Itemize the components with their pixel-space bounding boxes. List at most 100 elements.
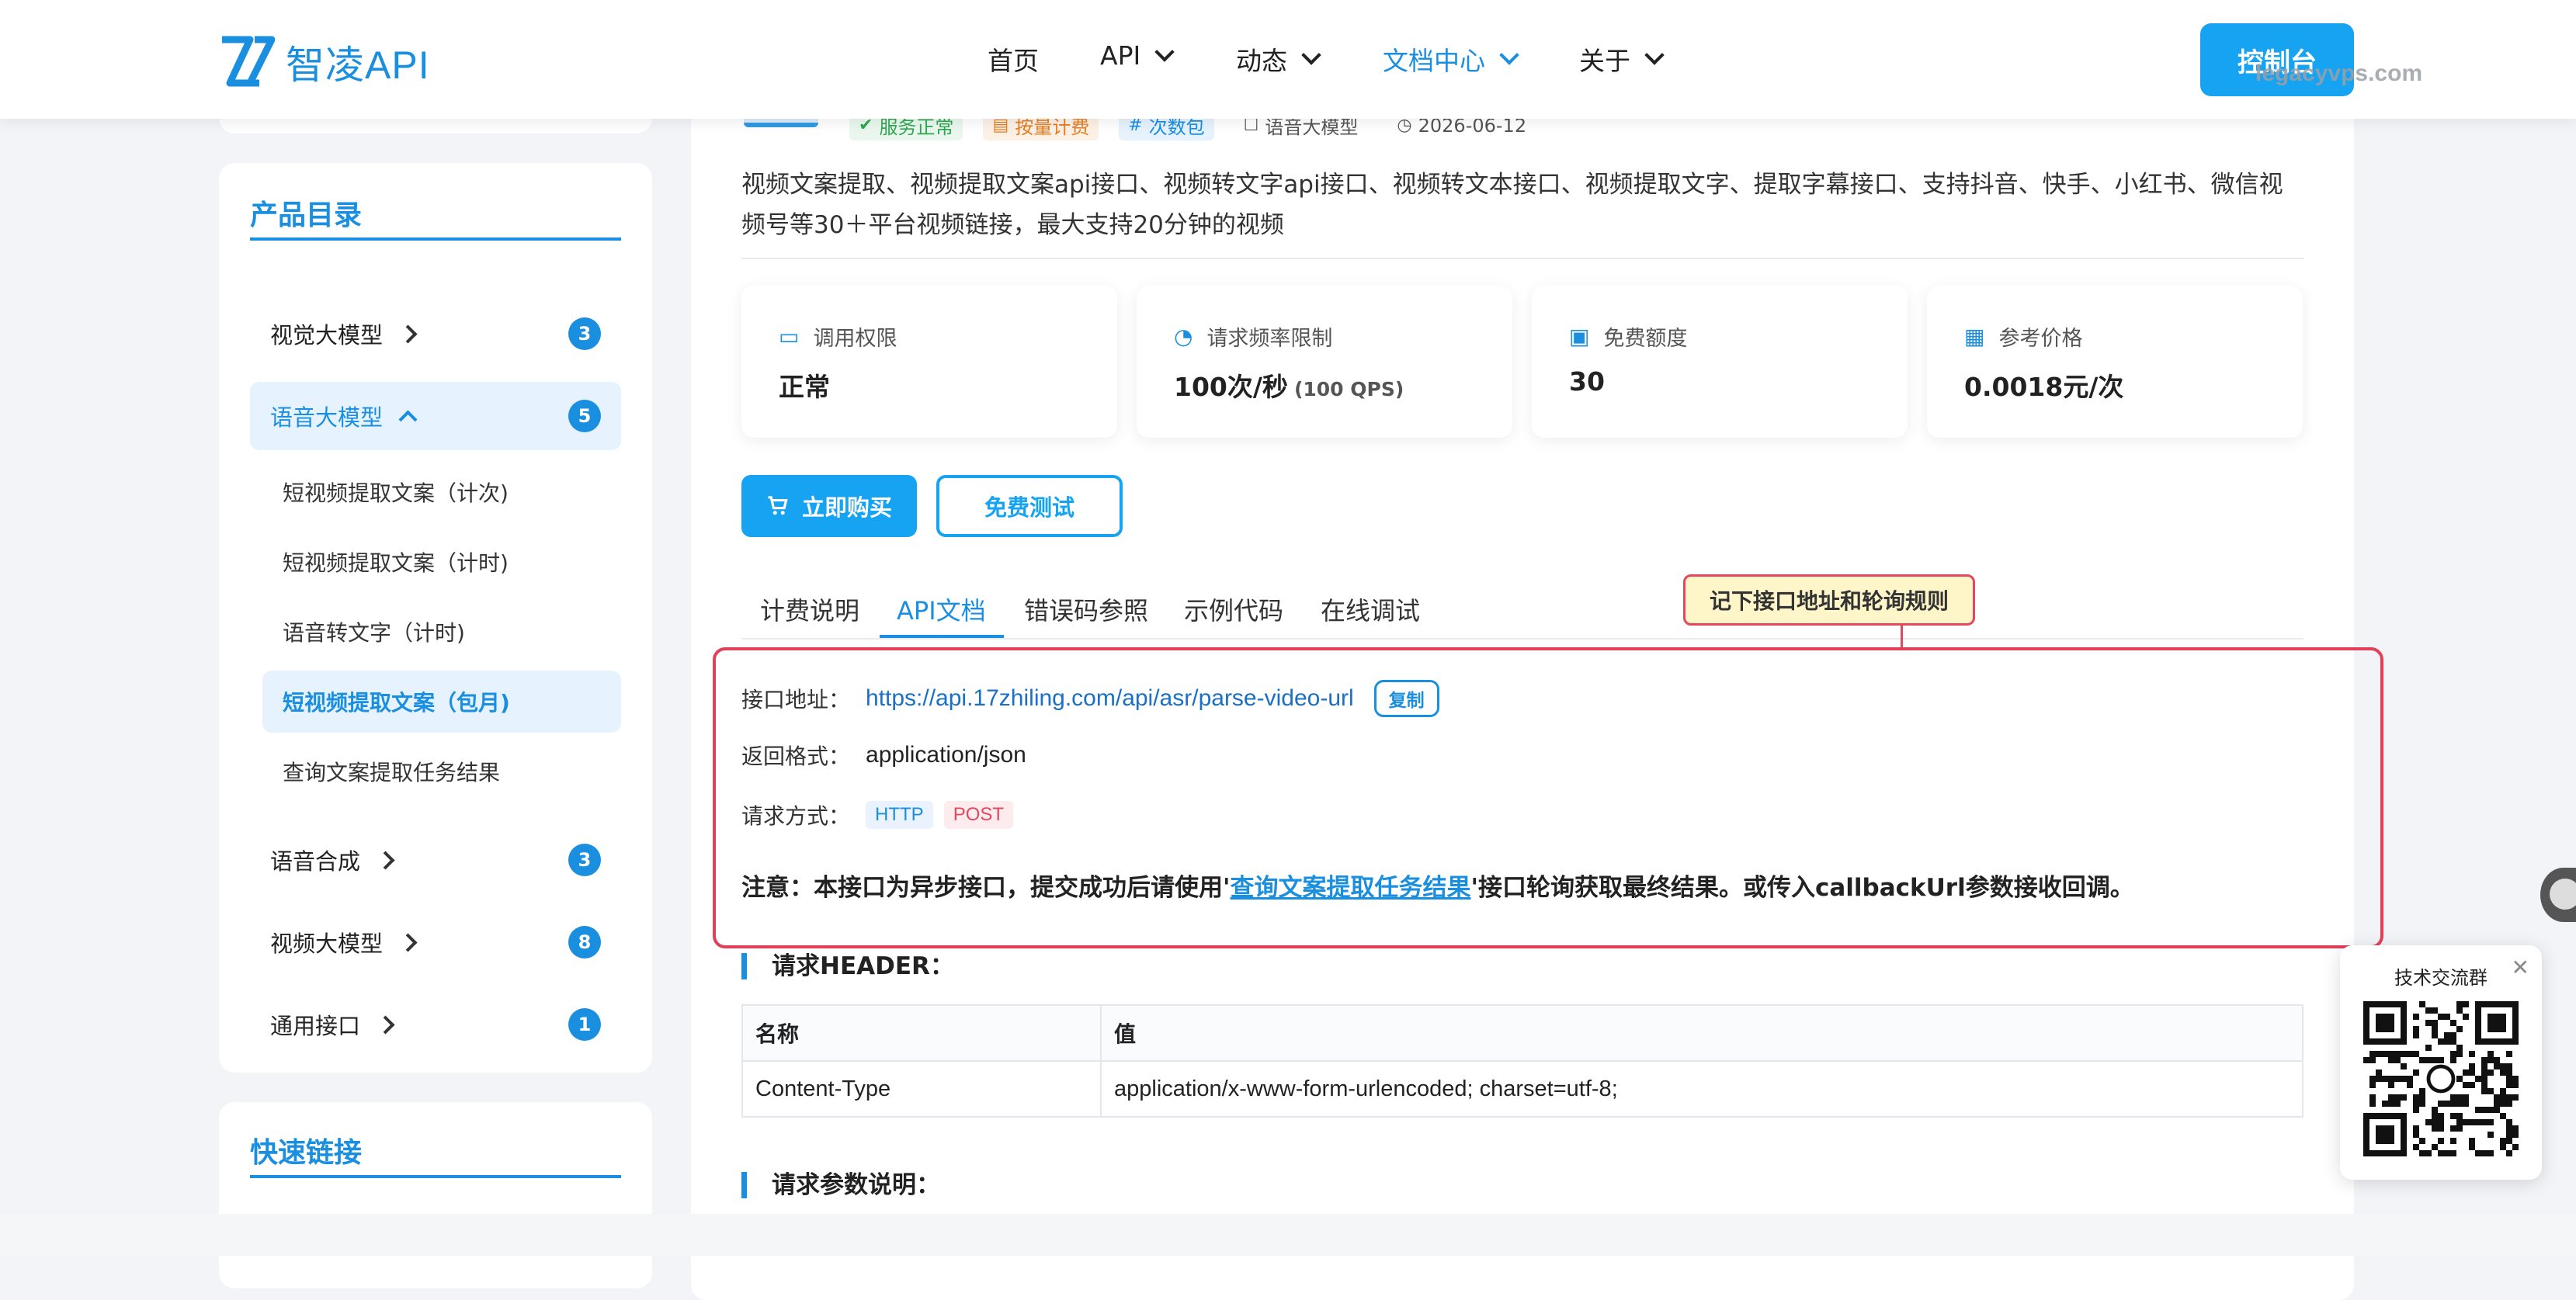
- chevron-right-icon: [398, 324, 418, 344]
- buy-now-label: 立即购买: [801, 494, 892, 521]
- category-label: 视频大模型: [270, 931, 384, 957]
- close-icon[interactable]: ✕: [2512, 955, 2529, 980]
- gift-icon: ▣: [1569, 324, 1590, 349]
- top-navbar: 智凌API 首页 API 动态 文档中心 关于 控制台 legacyvps.co…: [0, 0, 2576, 119]
- active-tab-indicator: [880, 635, 1004, 638]
- bottom-bar: [0, 1214, 2576, 1256]
- column-header-name: 名称: [741, 1004, 1102, 1062]
- product-description: 视频文案提取、视频提取文案api接口、视频转文字api接口、视频转文本接口、视频…: [741, 171, 2283, 239]
- note-prefix: 注意：本接口为异步接口，提交成功后请使用': [741, 874, 1231, 902]
- tab-api-docs[interactable]: API文档: [897, 591, 986, 627]
- category-label: 语音大模型: [270, 404, 384, 431]
- sidebar-subitem[interactable]: 短视频提取文案（计次): [262, 461, 621, 523]
- annotation-callout: 记下接口地址和轮询规则: [1683, 574, 1975, 626]
- stat-label: ◔ 请求频率限制: [1174, 321, 1332, 352]
- quick-links-title: 快速链接: [250, 1137, 363, 1169]
- stat-label: ▣ 免费额度: [1569, 321, 1687, 352]
- sidebar-category-tts[interactable]: 语音合成 3: [250, 826, 621, 894]
- chevron-down-icon: [1644, 45, 1665, 65]
- nav-about[interactable]: 关于: [1579, 40, 1665, 78]
- chevron-right-icon: [398, 932, 418, 952]
- qr-code-card: 技术交流群 ✕: [2340, 945, 2542, 1180]
- avatar-icon: [2550, 879, 2576, 910]
- api-url-row: 接口地址： https://api.17zhiling.com/api/asr/…: [741, 680, 1439, 717]
- header-table: 名称 值 Content-Type application/x-www-form…: [741, 1004, 2303, 1118]
- cart-icon: [768, 496, 788, 515]
- stat-label: ▭ 调用权限: [779, 321, 897, 352]
- buy-now-button[interactable]: 立即购买: [741, 475, 917, 537]
- stat-card-price: ▦ 参考价格 0.0018元/次: [1927, 286, 2303, 438]
- free-test-button[interactable]: 免费测试: [936, 475, 1123, 537]
- nav-api[interactable]: API: [1100, 40, 1175, 71]
- stat-label-text: 调用权限: [813, 327, 897, 351]
- async-note: 注意：本接口为异步接口，提交成功后请使用'查询文案提取任务结果'接口轮询获取最终…: [741, 868, 2134, 903]
- stat-subvalue: (100 QPS): [1293, 378, 1404, 400]
- nav-home[interactable]: 首页: [988, 40, 1039, 78]
- header-name-cell: Content-Type: [741, 1060, 1102, 1118]
- copy-button[interactable]: 复制: [1373, 680, 1439, 717]
- sidebar-category-video[interactable]: 视频大模型 8: [250, 908, 621, 976]
- stat-value: 100次/秒 (100 QPS): [1174, 366, 1404, 404]
- nav-docs[interactable]: 文档中心: [1383, 40, 1519, 78]
- tab-billing[interactable]: 计费说明: [760, 591, 859, 627]
- subitem-label: 查询文案提取任务结果: [283, 760, 501, 785]
- request-method-label: 请求方式：: [741, 803, 851, 829]
- chevron-right-icon: [376, 1014, 395, 1035]
- table-header-row: 名称 值: [741, 1004, 2303, 1062]
- stat-value: 0.0018元/次: [1964, 366, 2123, 404]
- id-card-icon: ▭: [779, 324, 800, 349]
- chevron-down-icon: [1499, 45, 1519, 65]
- column-header-value: 值: [1100, 1004, 2303, 1062]
- subitem-label: 短视频提取文案（计次): [283, 480, 509, 506]
- sidebar-subitem[interactable]: 语音转文字（计时): [262, 601, 621, 663]
- subitem-label: 短视频提取文案（包月): [283, 690, 510, 716]
- sidebar-subitem[interactable]: 短视频提取文案（计时): [262, 531, 621, 593]
- note-suffix: '接口轮询获取最终结果。或传入callbackUrl参数接收回调。: [1470, 874, 2134, 902]
- stat-value: 30: [1569, 366, 1605, 397]
- stat-card-free-quota: ▣ 免费额度 30: [1532, 286, 1908, 438]
- method-badge-post: POST: [943, 801, 1014, 829]
- sidebar-category-vision[interactable]: 视觉大模型 3: [250, 300, 621, 368]
- category-label: 通用接口: [270, 1013, 361, 1039]
- zl-logo-icon: [222, 36, 275, 87]
- nav-news-label: 动态: [1236, 46, 1287, 76]
- nav-api-label: API: [1100, 40, 1141, 71]
- stat-card-rate-limit: ◔ 请求频率限制 100次/秒 (100 QPS): [1137, 286, 1512, 438]
- sidebar-subitem-active[interactable]: 短视频提取文案（包月): [262, 671, 621, 733]
- tab-error-codes[interactable]: 错误码参照: [1024, 591, 1148, 627]
- category-label: 视觉大模型: [270, 322, 384, 348]
- nav-about-label: 关于: [1579, 46, 1630, 76]
- nav-docs-label: 文档中心: [1383, 46, 1485, 76]
- catalog-title-underline: [250, 237, 621, 241]
- stat-value-text: 30: [1569, 366, 1605, 397]
- subitem-label: 语音转文字（计时): [283, 620, 465, 646]
- stat-value: 正常: [779, 366, 830, 404]
- api-url-link[interactable]: https://api.17zhiling.com/api/asr/parse-…: [866, 685, 1354, 712]
- table-row: Content-Type application/x-www-form-urle…: [741, 1060, 2303, 1118]
- sidebar-category-general[interactable]: 通用接口 1: [250, 990, 621, 1059]
- request-header-title: 请求HEADER：: [741, 953, 954, 979]
- stat-label-text: 请求频率限制: [1206, 327, 1333, 351]
- stat-value-text: 0.0018元/次: [1964, 372, 2124, 402]
- quick-links-underline: [250, 1175, 621, 1178]
- sidebar-category-speech[interactable]: 语音大模型 5: [250, 382, 621, 450]
- count-badge: 1: [568, 1008, 601, 1041]
- return-format-label: 返回格式：: [741, 744, 851, 769]
- site-logo[interactable]: 智凌API: [219, 31, 430, 93]
- query-result-link[interactable]: 查询文案提取任务结果: [1231, 874, 1471, 902]
- tab-online-debug[interactable]: 在线调试: [1321, 591, 1420, 627]
- category-label: 语音合成: [270, 848, 361, 875]
- return-format-value: application/json: [866, 742, 1026, 768]
- sidebar-subitem[interactable]: 查询文案提取任务结果: [262, 740, 621, 803]
- chevron-down-icon: [1301, 45, 1321, 65]
- stat-label-text: 免费额度: [1603, 327, 1688, 351]
- logo-text: 智凌API: [286, 43, 430, 87]
- doc-tabs: 计费说明 API文档 错误码参照 示例代码 在线调试: [741, 581, 2303, 640]
- nav-news[interactable]: 动态: [1236, 40, 1321, 78]
- nav-home-label: 首页: [988, 46, 1039, 76]
- calculator-icon: ▦: [1964, 324, 1985, 349]
- tab-sample-code[interactable]: 示例代码: [1184, 591, 1283, 627]
- annotation-connector: [1901, 626, 1903, 647]
- speedometer-icon: ◔: [1174, 324, 1193, 349]
- count-badge: 3: [568, 317, 601, 350]
